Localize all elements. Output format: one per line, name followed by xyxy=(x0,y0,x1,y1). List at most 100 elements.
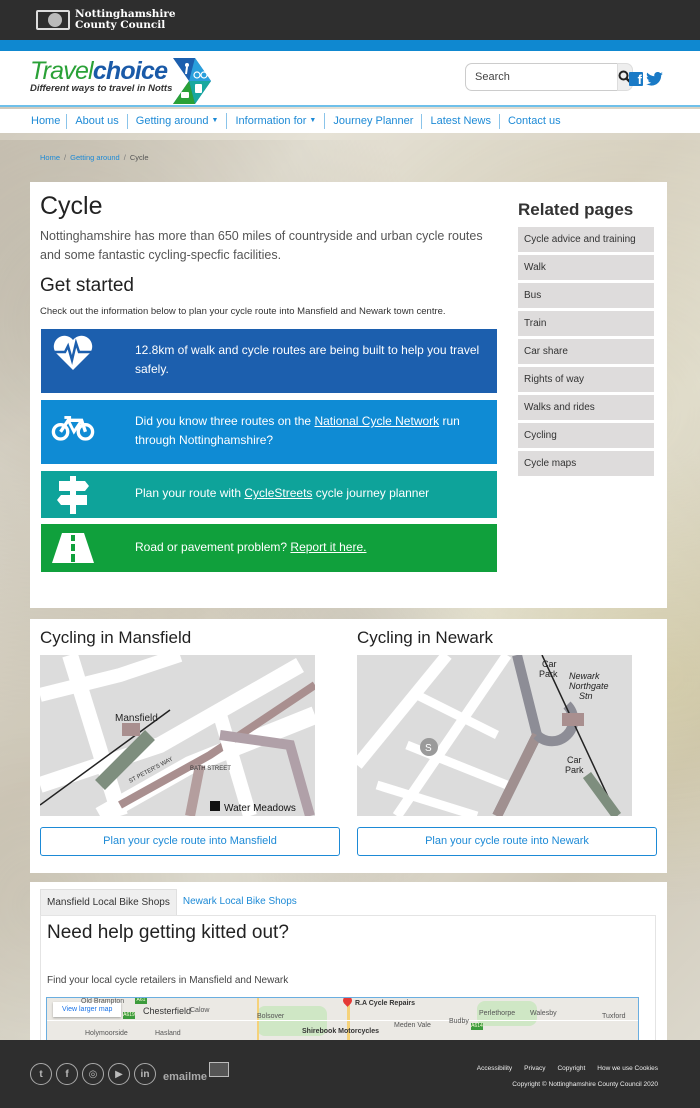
search-input[interactable] xyxy=(465,63,617,91)
main-content: Cycle Nottinghamshire has more than 650 … xyxy=(30,182,667,608)
linkedin-icon[interactable]: in xyxy=(134,1063,156,1085)
twitter-icon[interactable] xyxy=(646,72,663,86)
logo-part2: choice xyxy=(92,57,168,85)
footer-social-links: t f ◎ ▶ in emailme xyxy=(30,1062,230,1085)
ncc-emblem-icon xyxy=(36,10,70,30)
tab-newark-bike-shops[interactable]: Newark Local Bike Shops xyxy=(177,889,303,915)
footer-link-copyright[interactable]: Copyright xyxy=(557,1065,585,1072)
svg-text:Park: Park xyxy=(539,669,558,679)
transport-modes-icon xyxy=(173,58,211,104)
national-cycle-network-link[interactable]: National Cycle Network xyxy=(314,414,439,428)
related-item-cycle-advice[interactable]: Cycle advice and training xyxy=(518,227,654,252)
facebook-icon[interactable]: f xyxy=(629,72,643,87)
facebook-icon[interactable]: f xyxy=(56,1063,78,1085)
mansfield-map-image[interactable]: Mansfield Water Meadows BATH STREET ST P… xyxy=(40,655,315,816)
footer-link-cookies[interactable]: How we use Cookies xyxy=(597,1065,658,1072)
info-card-cyclestreets: Plan your route with CycleStreets cycle … xyxy=(41,471,497,518)
newark-map-image[interactable]: S Newark Northgate Stn Car Park Car Park xyxy=(357,655,632,816)
tab-mansfield-bike-shops[interactable]: Mansfield Local Bike Shops xyxy=(40,889,177,915)
related-item-cycling[interactable]: Cycling xyxy=(518,423,654,448)
bicycle-icon xyxy=(51,408,95,448)
related-item-train[interactable]: Train xyxy=(518,311,654,336)
related-item-rights-of-way[interactable]: Rights of way xyxy=(518,367,654,392)
related-item-car-share[interactable]: Car share xyxy=(518,339,654,364)
site-header: Travelchoice Different ways to travel in… xyxy=(0,51,700,107)
nav-about-us[interactable]: About us xyxy=(67,113,128,129)
cyclestreets-link[interactable]: CycleStreets xyxy=(244,486,312,500)
main-nav: Home About us Getting around ▼ Informatio… xyxy=(0,109,700,133)
mansfield-map-title: Cycling in Mansfield xyxy=(40,628,192,647)
info-card-road-problem: Road or pavement problem? Report it here… xyxy=(41,524,497,572)
search-form xyxy=(465,63,633,91)
related-item-walk[interactable]: Walk xyxy=(518,255,654,280)
envelope-icon xyxy=(209,1062,230,1077)
related-item-walks-and-rides[interactable]: Walks and rides xyxy=(518,395,654,420)
intro-text: Nottinghamshire has more than 650 miles … xyxy=(40,229,483,262)
kitted-out-text: Find your local cycle retailers in Mansf… xyxy=(47,975,289,986)
copyright-text: Copyright © Nottinghamshire County Counc… xyxy=(512,1081,658,1088)
svg-text:Newark: Newark xyxy=(569,671,600,681)
related-item-cycle-maps[interactable]: Cycle maps xyxy=(518,451,654,476)
newark-map-title: Cycling in Newark xyxy=(357,628,494,647)
header-social: f xyxy=(629,72,663,87)
breadcrumb-getting-around[interactable]: Getting around xyxy=(70,153,120,162)
breadcrumb-home[interactable]: Home xyxy=(40,153,60,162)
town-maps-section: Cycling in Mansfield Mansfield Water Mea… xyxy=(30,619,667,873)
svg-text:Northgate: Northgate xyxy=(569,681,609,691)
logo-tagline: Different ways to travel in Notts xyxy=(30,83,173,94)
card-text: 12.8km of walk and cycle routes are bein… xyxy=(135,343,480,376)
plan-route-newark-button[interactable]: Plan your cycle route into Newark xyxy=(357,827,657,856)
map-pin-icon[interactable] xyxy=(341,998,354,1007)
report-it-link[interactable]: Report it here. xyxy=(290,540,366,554)
instagram-icon[interactable]: ◎ xyxy=(82,1063,104,1085)
svg-text:Park: Park xyxy=(565,765,584,775)
brand-bar xyxy=(0,40,700,51)
twitter-icon[interactable]: t xyxy=(30,1063,52,1085)
info-card-national-cycle-network: Did you know three routes on the Nationa… xyxy=(41,400,497,464)
breadcrumb: Home / Getting around / Cycle xyxy=(40,153,149,162)
info-card-routes: 12.8km of walk and cycle routes are bein… xyxy=(41,329,497,393)
nav-journey-planner[interactable]: Journey Planner xyxy=(325,113,423,129)
map-place-ra-cycle-repairs[interactable]: R.A Cycle Repairs xyxy=(355,1000,415,1007)
footer-link-accessibility[interactable]: Accessibility xyxy=(477,1065,512,1072)
page-title: Cycle xyxy=(40,192,103,220)
bike-shops-map[interactable]: View larger map Old Brampton Chesterfiel… xyxy=(46,997,639,1042)
svg-text:Car: Car xyxy=(567,755,582,765)
svg-text:Car: Car xyxy=(542,659,557,669)
newark-map-block: Cycling in Newark S Newark Northgate Stn… xyxy=(357,627,657,856)
emailme-link[interactable]: emailme xyxy=(163,1062,230,1083)
heartbeat-icon xyxy=(51,333,95,373)
road-icon xyxy=(51,528,95,568)
footer-link-privacy[interactable]: Privacy xyxy=(524,1065,545,1072)
travelchoice-logo[interactable]: Travelchoice Different ways to travel in… xyxy=(30,57,211,104)
nav-latest-news[interactable]: Latest News xyxy=(422,113,500,129)
nav-information-for[interactable]: Information for ▼ xyxy=(227,113,326,129)
site-footer: t f ◎ ▶ in emailme Accessibility Privacy… xyxy=(0,1040,700,1108)
signpost-icon xyxy=(51,475,95,515)
nav-getting-around[interactable]: Getting around ▼ xyxy=(128,113,228,129)
plan-route-mansfield-button[interactable]: Plan your cycle route into Mansfield xyxy=(40,827,340,856)
nav-home[interactable]: Home xyxy=(25,113,68,129)
get-started-text: Check out the information below to plan … xyxy=(40,306,446,317)
svg-text:Water Meadows: Water Meadows xyxy=(224,803,296,814)
bike-shops-section: Mansfield Local Bike Shops Newark Local … xyxy=(30,882,667,1045)
map-place-shirebook-motorcycles[interactable]: Shirebook Motorcycles xyxy=(302,1028,379,1035)
youtube-icon[interactable]: ▶ xyxy=(108,1063,130,1085)
nav-contact-us[interactable]: Contact us xyxy=(500,114,569,129)
related-item-bus[interactable]: Bus xyxy=(518,283,654,308)
logo-part1: Travel xyxy=(30,57,94,85)
kitted-out-heading: Need help getting kitted out? xyxy=(47,922,289,943)
caret-down-icon: ▼ xyxy=(211,117,219,124)
breadcrumb-current: Cycle xyxy=(129,153,149,162)
footer-links: Accessibility Privacy Copyright How we u… xyxy=(477,1065,658,1072)
caret-down-icon: ▼ xyxy=(309,117,317,124)
top-bar: Nottinghamshire County Council xyxy=(0,0,700,40)
get-started-heading: Get started xyxy=(40,275,134,296)
mansfield-map-block: Cycling in Mansfield Mansfield Water Mea… xyxy=(40,627,340,856)
tab-panel: Need help getting kitted out? Find your … xyxy=(40,915,656,1045)
org-name-line2: County Council xyxy=(75,19,166,31)
ncc-logo[interactable]: Nottinghamshire County Council xyxy=(36,9,176,31)
svg-text:BATH STREET: BATH STREET xyxy=(190,766,231,772)
svg-text:Stn: Stn xyxy=(579,691,593,701)
related-pages-heading: Related pages xyxy=(518,200,634,219)
